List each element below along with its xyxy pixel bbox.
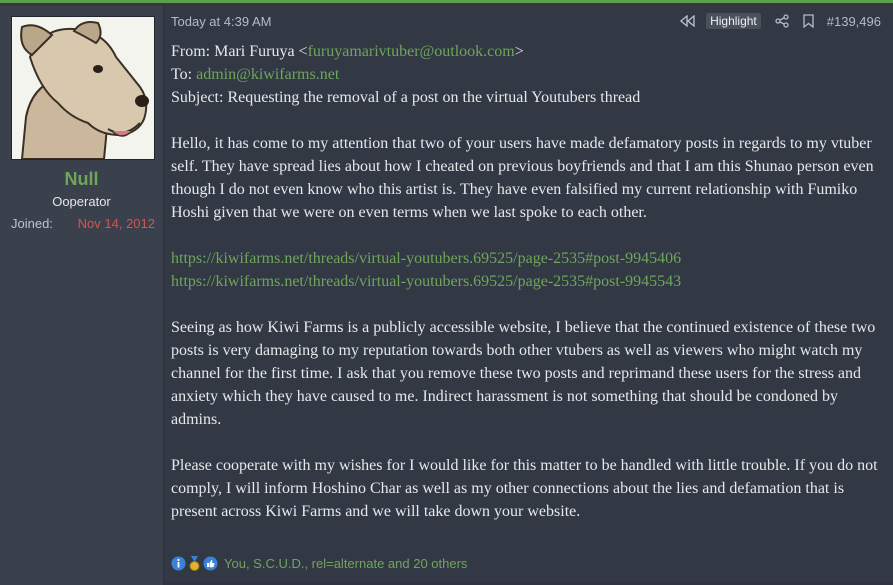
bookmark-icon[interactable] [803,14,814,28]
dog-avatar-image [12,17,154,159]
reactions-bar[interactable]: You, S.C.U.D., rel=alternate and 20 othe… [171,556,467,571]
reaction-icons [171,556,219,571]
post-timestamp[interactable]: Today at 4:39 AM [171,14,271,29]
subject-line: Subject: Requesting the removal of a pos… [171,89,641,106]
message-post: Null Ooperator Joined: Nov 14, 2012 Toda… [0,0,893,585]
to-label: To: [171,66,197,83]
user-sidebar: Null Ooperator Joined: Nov 14, 2012 [0,6,164,585]
thread-link-2[interactable]: https://kiwifarms.net/threads/virtual-yo… [171,273,681,290]
from-close: > [514,43,524,60]
joined-date: Nov 14, 2012 [77,216,155,231]
post-number-link[interactable]: #139,496 [827,14,881,29]
message-content: Today at 4:39 AM Highlight #139,496 From… [164,6,893,585]
rewind-icon[interactable] [680,15,696,27]
paragraph-2: Seeing as how Kiwi Farms is a publicly a… [171,319,876,428]
post-actions: Highlight #139,496 [680,13,881,29]
share-icon[interactable] [775,14,789,28]
avatar[interactable] [11,16,155,160]
paragraph-3: Please cooperate with my wishes for I wo… [171,457,878,520]
paragraph-1: Hello, it has come to my attention that … [171,135,874,221]
joined-label: Joined: [11,216,53,231]
post-body: From: Mari Furuya <furuyamarivtuber@outl… [171,40,886,546]
medal-icon [187,556,202,571]
like-icon [203,556,218,571]
from-email-link[interactable]: furuyamarivtuber@outlook.com [308,43,515,60]
highlight-button[interactable]: Highlight [706,13,761,29]
reactions-text[interactable]: You, S.C.U.D., rel=alternate and 20 othe… [224,556,467,571]
username[interactable]: Null [0,169,163,190]
thread-link-1[interactable]: https://kiwifarms.net/threads/virtual-yo… [171,250,681,267]
user-title: Ooperator [52,194,111,209]
informative-icon [171,556,186,571]
to-email-link[interactable]: admin@kiwifarms.net [196,66,339,83]
from-label: From: Mari Furuya < [171,43,308,60]
